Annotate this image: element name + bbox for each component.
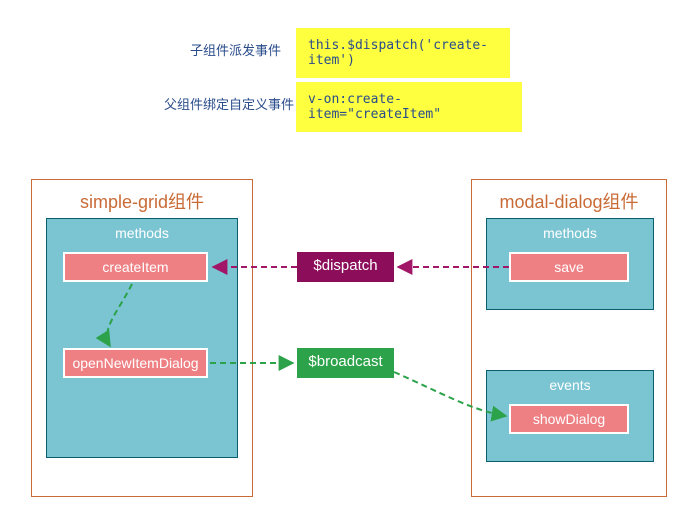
modal-dialog-events-title: events (487, 371, 653, 395)
modal-dialog-title: modal-dialog组件 (472, 188, 666, 214)
simple-grid-box: simple-grid组件 methods (31, 179, 253, 497)
legend-parent-code: v-on:create-item="createItem" (296, 82, 522, 132)
simple-grid-methods-title: methods (47, 219, 237, 243)
method-createItem: createItem (63, 252, 208, 282)
modal-dialog-box: modal-dialog组件 methods events (471, 179, 667, 497)
simple-grid-title: simple-grid组件 (32, 188, 252, 214)
method-openNewItemDialog: openNewItemDialog (63, 348, 208, 378)
broadcast-pill: $broadcast (297, 348, 394, 378)
method-save: save (509, 252, 629, 282)
legend-parent-label: 父组件绑定自定义事件 (164, 94, 294, 113)
diagram-canvas: 子组件派发事件 this.$dispatch('create-item') 父组… (0, 0, 689, 525)
legend-child-label: 子组件派发事件 (190, 40, 281, 59)
legend-child-code: this.$dispatch('create-item') (296, 28, 510, 78)
dispatch-pill: $dispatch (297, 252, 394, 282)
modal-dialog-methods-title: methods (487, 219, 653, 243)
method-showDialog: showDialog (509, 404, 629, 434)
